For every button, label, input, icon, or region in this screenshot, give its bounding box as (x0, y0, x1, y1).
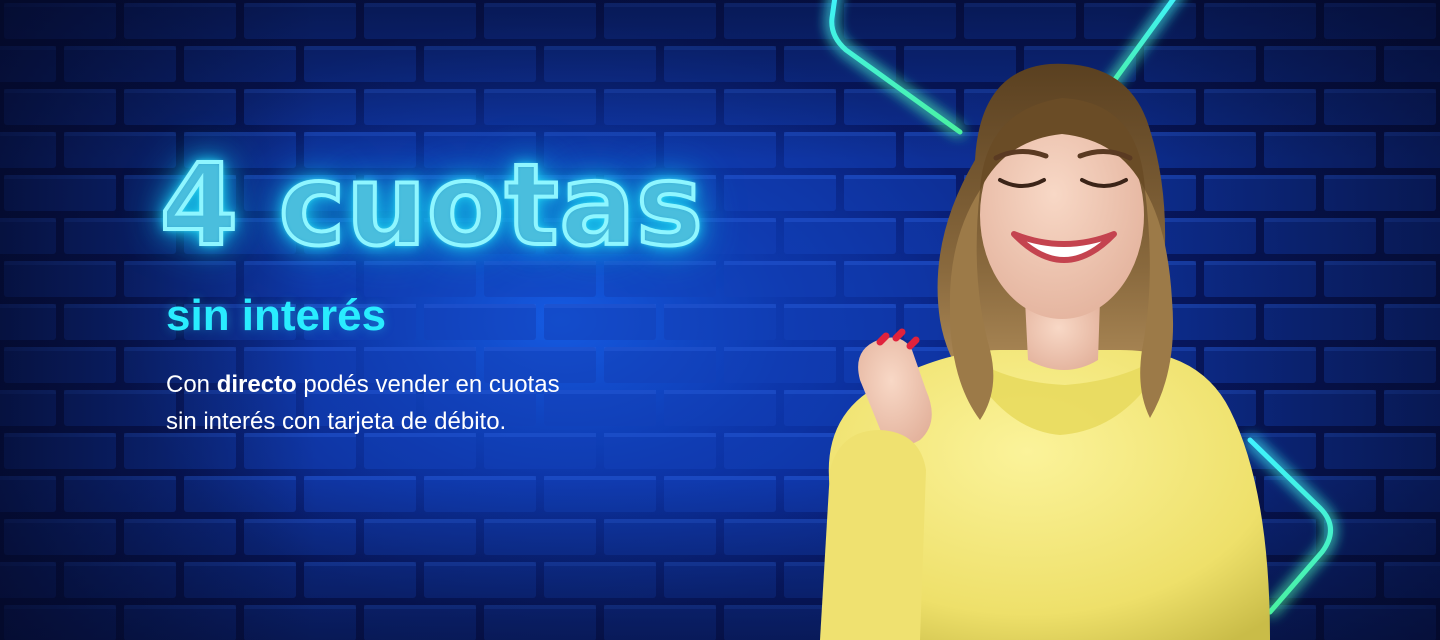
description-line-2: sin interés con tarjeta de débito. (166, 408, 507, 435)
smiling-woman-image (820, 63, 1270, 640)
subheadline: sin interés (166, 291, 387, 340)
description-line-1: Con directo podés vender en cuotas (166, 366, 686, 403)
brand-name-directo: directo (216, 371, 297, 398)
description-suffix: podés vender en cuotas (296, 371, 560, 398)
description-prefix: Con (166, 371, 217, 398)
promo-banner: 4 cuotas sin interés Con directo podés v… (0, 0, 1440, 640)
headline-neon-title: 4 cuotas (158, 141, 705, 271)
description-text: Con directo podés vender en cuotas sin i… (166, 366, 686, 440)
